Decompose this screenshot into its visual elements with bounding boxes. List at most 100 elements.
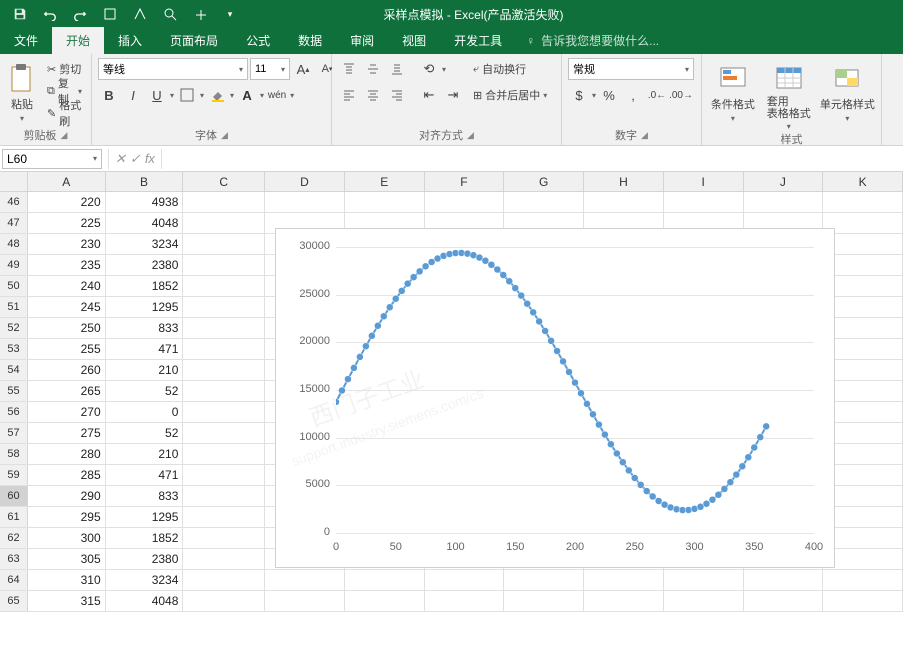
bold-button[interactable]: B bbox=[98, 84, 120, 106]
row-header[interactable]: 63 bbox=[0, 549, 28, 569]
cell[interactable] bbox=[823, 507, 903, 527]
cell[interactable]: 240 bbox=[28, 276, 106, 296]
cell[interactable] bbox=[823, 591, 903, 611]
cell[interactable] bbox=[183, 444, 265, 464]
tab-插入[interactable]: 插入 bbox=[104, 27, 156, 54]
format-as-table-button[interactable]: 套用 表格格式▾ bbox=[764, 58, 814, 131]
save-icon[interactable] bbox=[6, 2, 34, 26]
cell[interactable] bbox=[183, 486, 265, 506]
qat-icon-5[interactable] bbox=[126, 2, 154, 26]
cell[interactable] bbox=[823, 423, 903, 443]
cell[interactable]: 290 bbox=[28, 486, 106, 506]
cell[interactable] bbox=[183, 381, 265, 401]
cell[interactable]: 310 bbox=[28, 570, 106, 590]
tab-文件[interactable]: 文件 bbox=[0, 27, 52, 54]
cell[interactable]: 250 bbox=[28, 318, 106, 338]
format-painter-button[interactable]: ✎格式刷 bbox=[44, 102, 85, 124]
col-header[interactable]: J bbox=[744, 172, 824, 191]
cell[interactable]: 270 bbox=[28, 402, 106, 422]
col-header[interactable]: C bbox=[183, 172, 265, 191]
conditional-format-button[interactable]: 条件格式▾ bbox=[708, 58, 758, 123]
cell[interactable] bbox=[345, 591, 425, 611]
cell[interactable] bbox=[823, 381, 903, 401]
cell[interactable] bbox=[823, 570, 903, 590]
launcher-icon[interactable]: ◢ bbox=[221, 130, 228, 141]
number-format-combo[interactable]: 常规▾ bbox=[568, 58, 694, 80]
cell[interactable]: 4938 bbox=[106, 192, 184, 212]
cell[interactable]: 1295 bbox=[106, 297, 184, 317]
row-header[interactable]: 59 bbox=[0, 465, 28, 485]
select-all-corner[interactable] bbox=[0, 172, 28, 191]
tab-公式[interactable]: 公式 bbox=[232, 27, 284, 54]
accounting-format-button[interactable]: $ bbox=[568, 84, 590, 106]
cell[interactable] bbox=[744, 570, 824, 590]
cell[interactable]: 285 bbox=[28, 465, 106, 485]
cell[interactable] bbox=[183, 465, 265, 485]
tab-开发工具[interactable]: 开发工具 bbox=[440, 27, 516, 54]
row-header[interactable]: 55 bbox=[0, 381, 28, 401]
cell[interactable] bbox=[504, 591, 584, 611]
cell[interactable] bbox=[823, 297, 903, 317]
cell[interactable] bbox=[345, 570, 425, 590]
cell[interactable] bbox=[744, 591, 824, 611]
row-header[interactable]: 53 bbox=[0, 339, 28, 359]
cell-styles-button[interactable]: 单元格样式▾ bbox=[820, 58, 875, 123]
cell[interactable] bbox=[183, 297, 265, 317]
cell[interactable] bbox=[183, 402, 265, 422]
row-header[interactable]: 56 bbox=[0, 402, 28, 422]
cell[interactable] bbox=[584, 570, 664, 590]
align-top-button[interactable] bbox=[338, 58, 360, 80]
cell[interactable] bbox=[823, 465, 903, 485]
row-header[interactable]: 60 bbox=[0, 486, 28, 506]
cell[interactable]: 260 bbox=[28, 360, 106, 380]
cell[interactable]: 833 bbox=[106, 318, 184, 338]
row-header[interactable]: 52 bbox=[0, 318, 28, 338]
cell[interactable]: 1295 bbox=[106, 507, 184, 527]
align-bottom-button[interactable] bbox=[386, 58, 408, 80]
embedded-chart[interactable]: 西门子工业 support.industry.siemens.com/cs 05… bbox=[275, 228, 835, 568]
cell[interactable]: 4048 bbox=[106, 591, 184, 611]
tab-页面布局[interactable]: 页面布局 bbox=[156, 27, 232, 54]
cell[interactable] bbox=[823, 444, 903, 464]
cell[interactable]: 300 bbox=[28, 528, 106, 548]
launcher-icon[interactable]: ◢ bbox=[641, 130, 648, 141]
row-header[interactable]: 62 bbox=[0, 528, 28, 548]
merge-center-button[interactable]: ⊞合并后居中▾ bbox=[470, 84, 550, 106]
cell[interactable]: 2380 bbox=[106, 549, 184, 569]
cell[interactable]: 52 bbox=[106, 381, 184, 401]
cell[interactable] bbox=[823, 318, 903, 338]
phonetic-button[interactable]: wén bbox=[266, 84, 288, 106]
comma-button[interactable]: , bbox=[622, 84, 644, 106]
cell[interactable] bbox=[183, 213, 265, 233]
cell[interactable] bbox=[183, 507, 265, 527]
cell[interactable] bbox=[183, 234, 265, 254]
cell[interactable] bbox=[664, 591, 744, 611]
launcher-icon[interactable]: ◢ bbox=[467, 130, 474, 141]
cell[interactable] bbox=[183, 318, 265, 338]
align-left-button[interactable] bbox=[338, 84, 360, 106]
row-header[interactable]: 54 bbox=[0, 360, 28, 380]
cell[interactable]: 52 bbox=[106, 423, 184, 443]
italic-button[interactable]: I bbox=[122, 84, 144, 106]
enter-icon[interactable]: ✓ bbox=[130, 151, 141, 167]
row-header[interactable]: 57 bbox=[0, 423, 28, 443]
cell[interactable] bbox=[425, 192, 505, 212]
cell[interactable]: 220 bbox=[28, 192, 106, 212]
cell[interactable]: 3234 bbox=[106, 234, 184, 254]
cell[interactable]: 3234 bbox=[106, 570, 184, 590]
tab-审阅[interactable]: 审阅 bbox=[336, 27, 388, 54]
border-button[interactable] bbox=[176, 84, 198, 106]
col-header[interactable]: E bbox=[345, 172, 425, 191]
cell[interactable] bbox=[183, 423, 265, 443]
row-header[interactable]: 46 bbox=[0, 192, 28, 212]
row-header[interactable]: 61 bbox=[0, 507, 28, 527]
cell[interactable] bbox=[504, 192, 584, 212]
increase-indent-button[interactable]: ⇥ bbox=[442, 84, 464, 106]
tell-me-search[interactable]: ♀ 告诉我您想要做什么... bbox=[516, 27, 669, 54]
cell[interactable] bbox=[823, 192, 903, 212]
qat-icon-7[interactable] bbox=[186, 2, 214, 26]
cell[interactable]: 210 bbox=[106, 444, 184, 464]
row-header[interactable]: 64 bbox=[0, 570, 28, 590]
cell[interactable] bbox=[823, 255, 903, 275]
cell[interactable] bbox=[504, 570, 584, 590]
